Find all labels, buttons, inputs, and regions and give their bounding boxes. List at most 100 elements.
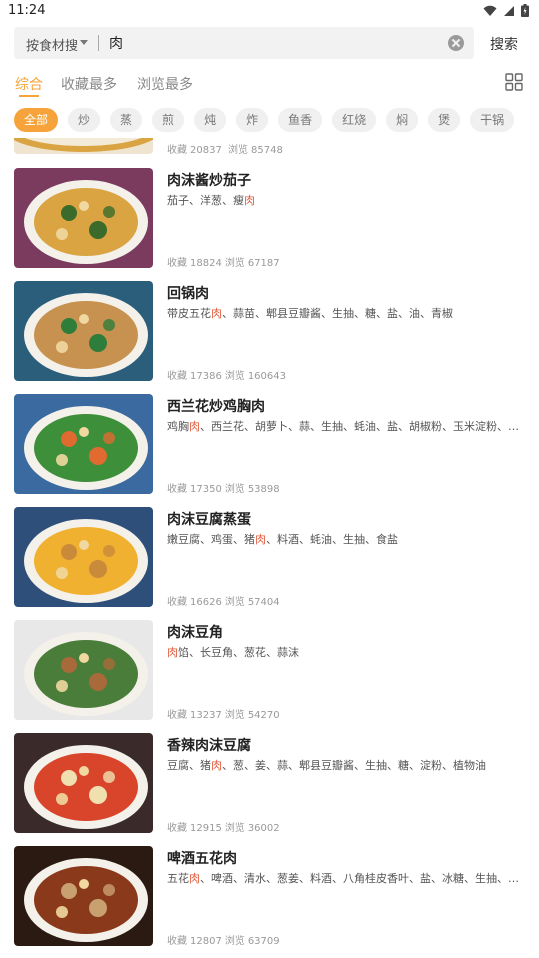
status-icons — [483, 4, 529, 17]
chip-all[interactable]: 全部 — [14, 108, 59, 132]
list-item[interactable]: 肉沫豆腐蒸蛋 嫩豆腐、鸡蛋、猪肉、料酒、蚝油、生抽、食盐 收藏 16626 浏览 5740… — [0, 507, 539, 620]
recipe-thumbnail — [14, 846, 153, 946]
list-item-partial[interactable]: 收藏 20837 浏览 85748 — [0, 138, 539, 158]
view-count: 53898 — [247, 484, 280, 495]
recipe-thumbnail — [14, 507, 153, 607]
fav-label: 收藏 — [167, 484, 187, 495]
recipe-ingredients: 嫩豆腐、鸡蛋、猪肉、料酒、蚝油、生抽、食盐 — [167, 531, 525, 547]
recipe-title: 香辣肉沫豆腐 — [167, 738, 251, 754]
recipe-list[interactable]: 收藏 20837 浏览 85748 肉沫酱炒茄子 茄子、洋葱、瘦肉 收藏 18824 浏览 6… — [0, 138, 539, 958]
recipe-title: 肉沫酱炒茄子 — [167, 173, 251, 189]
view-count: 36002 — [247, 823, 280, 834]
fav-label: 收藏 — [167, 258, 187, 269]
view-label: 浏览 — [224, 710, 245, 721]
ingredients-text: 、西兰花、胡萝卜、蒜、生抽、蚝油、盐、胡椒粉、玉米淀粉、食... — [200, 420, 525, 433]
tab-comprehensive[interactable]: 综合 — [15, 74, 43, 94]
chip-pot[interactable]: 煲 — [428, 108, 461, 132]
search-button[interactable]: 搜索 — [490, 34, 518, 54]
recipe-title: 肉沫豆角 — [167, 625, 223, 641]
ingredients-highlight: 肉 — [167, 646, 178, 659]
signal-icon — [504, 5, 514, 16]
search-type-selector[interactable]: 按食材搜 — [26, 35, 78, 54]
view-count: 67187 — [247, 258, 280, 269]
recipe-ingredients: 鸡胸肉、西兰花、胡萝卜、蒜、生抽、蚝油、盐、胡椒粉、玉米淀粉、食... — [167, 418, 525, 434]
list-item[interactable]: 西兰花炒鸡胸肉 鸡胸肉、西兰花、胡萝卜、蒜、生抽、蚝油、盐、胡椒粉、玉米淀粉、食.… — [0, 394, 539, 507]
fav-label: 收藏 — [167, 823, 187, 834]
status-time: 11:24 — [8, 3, 46, 18]
list-item[interactable]: 回锅肉 带皮五花肉、蒜苗、郫县豆瓣酱、生抽、糖、盐、油、青椒 收藏 17386 浏览 16… — [0, 281, 539, 394]
recipe-thumbnail — [14, 394, 153, 494]
recipe-ingredients: 五花肉、啤酒、清水、葱姜、料酒、八角桂皮香叶、盐、冰糖、生抽、耗... — [167, 870, 525, 886]
recipe-stats: 收藏 13237 浏览 54270 — [167, 706, 283, 721]
recipe-ingredients: 豆腐、猪肉、葱、姜、蒜、郫县豆瓣酱、生抽、糖、淀粉、植物油 — [167, 757, 525, 773]
chip-braised[interactable]: 红烧 — [332, 108, 377, 132]
fav-label: 收藏 — [167, 710, 187, 721]
fav-label: 收藏 — [167, 371, 187, 382]
sort-tabs: 综合 收藏最多 浏览最多 — [0, 70, 539, 100]
chip-dry-pot[interactable]: 干锅 — [470, 108, 515, 132]
view-label: 浏览 — [224, 597, 245, 608]
fav-count: 18824 — [190, 258, 222, 269]
ingredients-highlight: 肉 — [244, 194, 255, 207]
fav-count: 13237 — [190, 710, 222, 721]
fav-count: 17350 — [190, 484, 222, 495]
ingredients-text: 豆腐、猪 — [167, 759, 211, 772]
chevron-down-icon[interactable] — [80, 40, 88, 45]
fav-count: 12915 — [190, 823, 222, 834]
ingredients-highlight: 肉 — [255, 533, 266, 546]
ingredients-text: 五花 — [167, 872, 189, 885]
ingredients-text: 馅、长豆角、葱花、蒜沫 — [178, 646, 299, 659]
recipe-stats: 收藏 18824 浏览 67187 — [167, 254, 283, 269]
view-label: 浏览 — [224, 823, 245, 834]
search-divider — [98, 35, 99, 51]
list-item[interactable]: 香辣肉沫豆腐 豆腐、猪肉、葱、姜、蒜、郫县豆瓣酱、生抽、糖、淀粉、植物油 收藏 129… — [0, 733, 539, 846]
recipe-title: 啤酒五花肉 — [167, 851, 237, 867]
chip-stew[interactable]: 炖 — [194, 108, 227, 132]
recipe-stats: 收藏 20837 浏览 85748 — [167, 145, 283, 156]
list-item[interactable]: 啤酒五花肉五花肉、啤酒、清水、葱姜、料酒、八角桂皮香叶、盐、冰糖、生抽、耗...… — [0, 846, 539, 958]
chip-pan-fry[interactable]: 煎 — [152, 108, 185, 132]
recipe-thumbnail — [14, 733, 153, 833]
ingredients-highlight: 肉 — [211, 307, 222, 320]
chip-deep-fry[interactable]: 炸 — [236, 108, 269, 132]
ingredients-text: 、蒜苗、郫县豆瓣酱、生抽、糖、盐、油、青椒 — [222, 307, 453, 320]
ingredients-text: 带皮五花 — [167, 307, 211, 320]
view-label: 浏览 — [224, 371, 245, 382]
fav-label: 收藏 — [167, 936, 187, 947]
status-bar: 11:24 — [0, 0, 539, 24]
search-box: 按食材搜 — [14, 27, 474, 59]
fav-count: 16626 — [190, 597, 222, 608]
view-count: 160643 — [247, 371, 286, 382]
ingredients-text: 嫩豆腐、鸡蛋、猪 — [167, 533, 255, 546]
recipe-title: 回锅肉 — [167, 286, 209, 302]
tab-most-viewed[interactable]: 浏览最多 — [137, 74, 193, 94]
recipe-stats: 收藏 12807 浏览 63709 — [167, 932, 283, 947]
list-item[interactable]: 肉沫酱炒茄子 茄子、洋葱、瘦肉收藏 18824 浏览 67187 — [0, 168, 539, 281]
ingredients-text: 、葱、姜、蒜、郫县豆瓣酱、生抽、糖、淀粉、植物油 — [222, 759, 486, 772]
grid-view-icon[interactable] — [505, 73, 523, 91]
battery-icon — [521, 4, 529, 17]
chip-yuxiang[interactable]: 鱼香 — [278, 108, 323, 132]
search-row: 按食材搜 搜索 — [0, 27, 539, 61]
search-input[interactable] — [109, 32, 429, 54]
recipe-thumbnail — [14, 138, 153, 154]
ingredients-highlight: 肉 — [189, 420, 200, 433]
clear-icon[interactable] — [448, 35, 464, 51]
category-chips: 全部炒蒸煎炖炸鱼香 红烧焖煲干锅 — [14, 108, 539, 132]
chip-simmer[interactable]: 焖 — [386, 108, 419, 132]
recipe-ingredients: 带皮五花肉、蒜苗、郫县豆瓣酱、生抽、糖、盐、油、青椒 — [167, 305, 525, 321]
fav-label: 收藏 — [167, 597, 187, 608]
view-label: 浏览 — [224, 258, 245, 269]
chip-steam[interactable]: 蒸 — [110, 108, 143, 132]
tab-most-favorited[interactable]: 收藏最多 — [61, 74, 117, 94]
view-count: 63709 — [247, 936, 280, 947]
ingredients-text: 、料酒、蚝油、生抽、食盐 — [266, 533, 398, 546]
recipe-stats: 收藏 12915 浏览 36002 — [167, 819, 283, 834]
view-label: 浏览 — [224, 936, 245, 947]
chip-stir-fry[interactable]: 炒 — [68, 108, 101, 132]
list-item[interactable]: 肉沫豆角肉馅、长豆角、葱花、蒜沫收藏 13237 浏览 54270 — [0, 620, 539, 733]
ingredients-highlight: 肉 — [211, 759, 222, 772]
wifi-icon — [483, 5, 497, 16]
ingredients-text: 茄子、洋葱、瘦 — [167, 194, 244, 207]
recipe-stats: 收藏 16626 浏览 57404 — [167, 593, 283, 608]
